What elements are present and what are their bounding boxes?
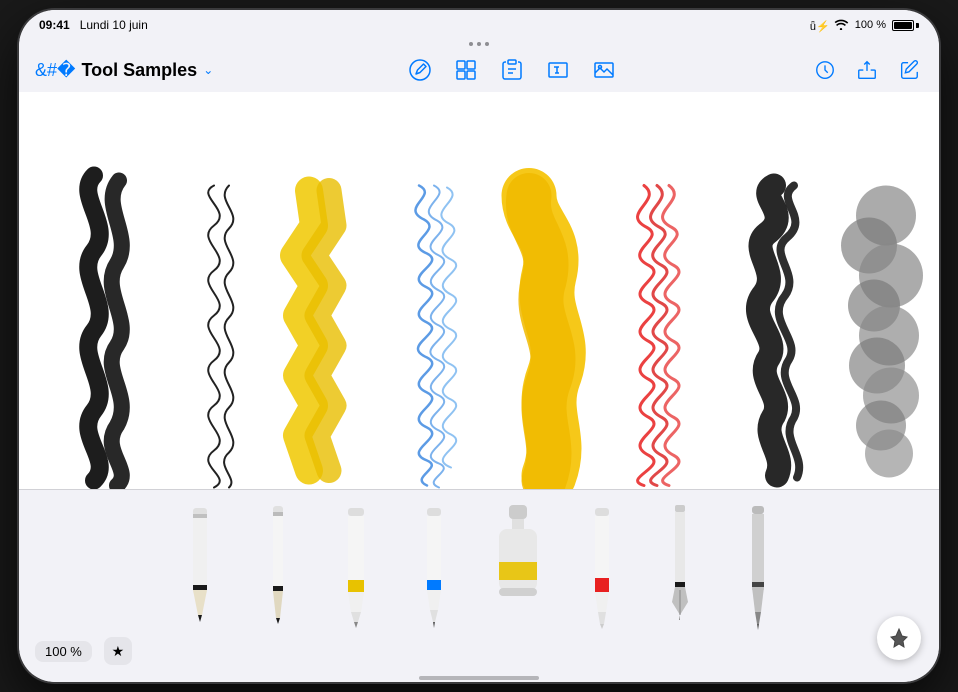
canvas-svg bbox=[19, 92, 939, 489]
nav-bar: &#� Tool Samples ⌄ bbox=[19, 48, 939, 92]
tool-crayon-red[interactable] bbox=[567, 500, 637, 630]
screen: 09:41 Lundi 10 juin ǖ⚡ 100 % & bbox=[19, 10, 939, 682]
stroke-blue-scribble bbox=[415, 186, 456, 488]
tools-row bbox=[19, 490, 939, 630]
home-bar bbox=[419, 676, 539, 680]
zoom-badge[interactable]: 100 % bbox=[35, 641, 92, 662]
clock-icon[interactable] bbox=[811, 56, 839, 84]
status-time: 09:41 bbox=[39, 18, 70, 32]
main-content: 100 % ★ bbox=[19, 92, 939, 682]
page-title: Tool Samples bbox=[81, 60, 197, 81]
back-button[interactable]: &#� bbox=[35, 61, 75, 79]
wifi-icon: ǖ⚡ bbox=[810, 18, 849, 33]
nav-center-icons bbox=[406, 56, 618, 84]
battery-indicator bbox=[892, 20, 919, 31]
battery-label: 100 % bbox=[855, 19, 886, 31]
stroke-red-crayon bbox=[638, 186, 679, 486]
stroke-snake bbox=[88, 176, 122, 486]
status-bar: 09:41 Lundi 10 juin ǖ⚡ 100 % bbox=[19, 10, 939, 38]
nav-left: &#� Tool Samples ⌄ bbox=[35, 60, 213, 81]
tool-marker-yellow[interactable] bbox=[321, 500, 391, 630]
tools-panel: 100 % ★ bbox=[19, 489, 939, 674]
status-icons: ǖ⚡ 100 % bbox=[810, 18, 919, 33]
home-indicator bbox=[19, 674, 939, 682]
tool-paint[interactable] bbox=[477, 500, 559, 630]
stroke-smoke bbox=[841, 186, 923, 478]
canvas-area[interactable] bbox=[19, 92, 939, 489]
tool-felt-blue[interactable] bbox=[399, 500, 469, 630]
share-icon[interactable] bbox=[853, 56, 881, 84]
nav-right-icons bbox=[811, 56, 923, 84]
tool-finepen[interactable] bbox=[243, 500, 313, 630]
dropdown-icon[interactable]: ⌄ bbox=[203, 63, 213, 77]
text-box-icon[interactable] bbox=[544, 56, 572, 84]
tool-nibpen[interactable] bbox=[645, 500, 715, 630]
device-frame: 09:41 Lundi 10 juin ǖ⚡ 100 % & bbox=[19, 10, 939, 682]
bottom-left: 100 % ★ bbox=[35, 637, 132, 665]
clipboard-icon[interactable] bbox=[498, 56, 526, 84]
browser-grid-icon[interactable] bbox=[452, 56, 480, 84]
stroke-yellow-marker bbox=[294, 191, 334, 471]
tool-brush[interactable] bbox=[723, 500, 793, 630]
stroke-yellow-blob bbox=[528, 196, 558, 481]
tool-pencil[interactable] bbox=[165, 500, 235, 630]
three-dots-bar bbox=[19, 38, 939, 48]
pencil-circle-icon[interactable] bbox=[406, 56, 434, 84]
edit-icon[interactable] bbox=[895, 56, 923, 84]
bottom-bar: 100 % ★ bbox=[19, 630, 939, 674]
pen-tip-button[interactable] bbox=[877, 616, 921, 660]
status-date: Lundi 10 juin bbox=[80, 18, 148, 32]
stroke-loops bbox=[208, 186, 233, 488]
favorite-button[interactable]: ★ bbox=[104, 637, 132, 665]
back-chevron-icon: &#� bbox=[35, 61, 75, 79]
image-frame-icon[interactable] bbox=[590, 56, 618, 84]
stroke-calligraphy bbox=[758, 186, 799, 478]
